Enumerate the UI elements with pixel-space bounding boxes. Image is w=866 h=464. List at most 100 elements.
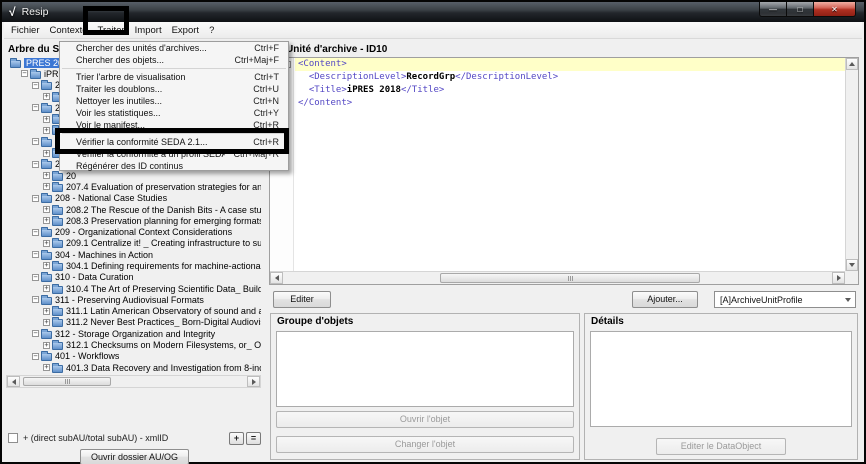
tree-row[interactable]: +207.4 Evaluation of preservation strate… <box>6 181 261 192</box>
folder-icon <box>52 184 63 192</box>
collapse-icon[interactable]: − <box>32 138 39 145</box>
expand-icon[interactable]: + <box>43 172 50 179</box>
tree-row[interactable]: −304 - Machines in Action <box>6 249 261 260</box>
scroll-right-icon[interactable] <box>247 376 260 387</box>
scroll-down-icon[interactable] <box>846 259 858 271</box>
subau-count-checkbox[interactable] <box>8 433 18 443</box>
tree-row[interactable]: −310 - Data Curation <box>6 272 261 283</box>
xml-line[interactable]: </Content> <box>295 97 845 110</box>
tree-row[interactable]: +304.1 Defining requirements for machine… <box>6 260 261 271</box>
xml-line[interactable]: <Title>iPRES 2018</Title> <box>295 84 845 97</box>
expand-icon[interactable]: + <box>43 262 50 269</box>
tree-row[interactable]: +311.2 Never Best Practices_ Born-Digita… <box>6 317 261 328</box>
expand-icon[interactable]: + <box>43 206 50 213</box>
collapse-icon[interactable]: − <box>32 296 39 303</box>
expand-icon[interactable]: + <box>43 217 50 224</box>
expand-icon[interactable]: + <box>43 116 50 123</box>
expand-icon[interactable]: + <box>43 308 50 315</box>
scrollbar-thumb[interactable] <box>23 377 111 386</box>
xml-line[interactable]: <Content> <box>295 58 845 71</box>
menu-item-shortcut: Ctrl+T <box>254 72 279 82</box>
expand-icon[interactable]: + <box>43 150 50 157</box>
scroll-left-icon[interactable] <box>270 272 283 284</box>
expand-icon[interactable]: + <box>43 93 50 100</box>
tree-row[interactable]: −312 - Storage Organization and Integrit… <box>6 328 261 339</box>
editor-horizontal-scrollbar[interactable] <box>270 271 845 284</box>
tree-row[interactable]: − 209 - Organizational Context Considerat… <box>6 226 261 237</box>
menu-item[interactable]: Trier l'arbre de visualisation Ctrl+T <box>60 71 288 83</box>
collapse-icon[interactable]: − <box>32 330 39 337</box>
tree-row[interactable]: +312.1 Checksums on Modern Filesystems, … <box>6 339 261 350</box>
tree-row[interactable]: +310.4 The Art of Preserving Scientific … <box>6 283 261 294</box>
object-group-list[interactable] <box>276 331 574 407</box>
menubar-item-export[interactable]: Export <box>167 22 204 38</box>
collapse-icon[interactable]: − <box>32 229 39 236</box>
xml-editor[interactable]: 1-234 <Content> <DescriptionLevel>Record… <box>269 57 859 285</box>
tree-row-label: 209 - Organizational Context Considerati… <box>55 227 232 237</box>
collapse-icon[interactable]: − <box>21 70 28 77</box>
menu-item-label: Chercher des objets... <box>76 55 226 65</box>
tree-row[interactable]: +209.1 Centralize it! _ Creating infrast… <box>6 238 261 249</box>
change-object-button[interactable]: Changer l'objet <box>276 436 574 453</box>
collapse-all-button[interactable]: = <box>246 432 261 445</box>
annotation-box-traiter <box>83 6 129 35</box>
menu-item[interactable]: Chercher des objets...Ctrl+Maj+F <box>60 54 288 66</box>
folder-icon <box>41 195 52 203</box>
scroll-right-icon[interactable] <box>832 272 845 284</box>
menu-item[interactable]: Voir les statistiques...Ctrl+Y <box>60 107 288 119</box>
expand-icon[interactable]: + <box>43 364 50 371</box>
menu-item-label: Trier l'arbre de visualisation <box>76 72 246 82</box>
menubar-item-?[interactable]: ? <box>204 22 219 38</box>
menu-item[interactable]: Chercher des unités d'archives...Ctrl+F <box>60 42 288 54</box>
add-button[interactable]: Ajouter... <box>632 291 698 308</box>
folder-icon <box>52 365 63 373</box>
collapse-icon[interactable]: − <box>32 195 39 202</box>
collapse-icon[interactable]: − <box>32 251 39 258</box>
menu-item[interactable]: Traiter les doublons...Ctrl+U <box>60 83 288 95</box>
tree-horizontal-scrollbar[interactable] <box>6 375 261 388</box>
collapse-icon[interactable]: − <box>32 274 39 281</box>
tree-row[interactable]: +311.1 Latin American Observatory of sou… <box>6 306 261 317</box>
close-button[interactable]: ✕ <box>814 2 856 17</box>
tree-row[interactable]: −208 - National Case Studies <box>6 193 261 204</box>
xml-code[interactable]: <Content> <DescriptionLevel>RecordGrp</D… <box>295 58 845 271</box>
tree-row-label: 310.4 The Art of Preserving Scientific D… <box>66 284 261 294</box>
tree-row-label: 304.1 Defining requirements for machine-… <box>66 261 261 271</box>
scrollbar-thumb[interactable] <box>440 273 700 283</box>
menubar-item-fichier[interactable]: Fichier <box>6 22 45 38</box>
open-object-button[interactable]: Ouvrir l'objet <box>276 411 574 428</box>
scroll-left-icon[interactable] <box>7 376 20 387</box>
annotation-box-verifier-seda <box>55 128 289 154</box>
tree-row-label: 207.4 Evaluation of preservation strateg… <box>66 182 261 192</box>
menu-item[interactable]: Nettoyer les inutiles...Ctrl+N <box>60 95 288 107</box>
editor-vertical-scrollbar[interactable] <box>845 58 858 271</box>
scroll-up-icon[interactable] <box>846 58 858 70</box>
resip-logo-icon: √ <box>9 5 16 19</box>
expand-icon[interactable]: + <box>43 285 50 292</box>
edit-dataobject-button[interactable]: Editer le DataObject <box>656 438 786 455</box>
collapse-icon[interactable]: − <box>32 82 39 89</box>
expand-icon[interactable]: + <box>43 127 50 134</box>
tree-row[interactable]: +401.3 Data Recovery and Investigation f… <box>6 362 261 373</box>
maximize-button[interactable]: □ <box>787 2 814 17</box>
expand-icon[interactable]: + <box>43 342 50 349</box>
metadata-profile-dropdown[interactable]: [A]ArchiveUnitProfile <box>714 291 856 308</box>
expand-icon[interactable]: + <box>43 319 50 326</box>
expand-icon[interactable]: + <box>43 183 50 190</box>
edit-button[interactable]: Editer <box>273 291 331 308</box>
menu-item[interactable]: Régénérer des ID continus <box>60 160 288 172</box>
expand-all-button[interactable]: + <box>229 432 244 445</box>
tree-row[interactable]: −311 - Preserving Audiovisual Formats <box>6 294 261 305</box>
tree-row[interactable]: −401 - Workflows <box>6 351 261 362</box>
details-box: Détails Editer le DataObject <box>584 313 858 460</box>
menubar-item-import[interactable]: Import <box>130 22 167 38</box>
tree-row[interactable]: +208.3 Preservation planning for emergin… <box>6 215 261 226</box>
collapse-icon[interactable]: − <box>32 353 39 360</box>
expand-icon[interactable]: + <box>43 240 50 247</box>
minimize-button[interactable]: — <box>759 2 787 17</box>
open-au-og-folder-button[interactable]: Ouvrir dossier AU/OG <box>80 449 189 464</box>
xml-line[interactable]: <DescriptionLevel>RecordGrp</Description… <box>295 71 845 84</box>
tree-row[interactable]: +208.2 The Rescue of the Danish Bits - A… <box>6 204 261 215</box>
collapse-icon[interactable]: − <box>32 161 39 168</box>
collapse-icon[interactable]: − <box>32 104 39 111</box>
